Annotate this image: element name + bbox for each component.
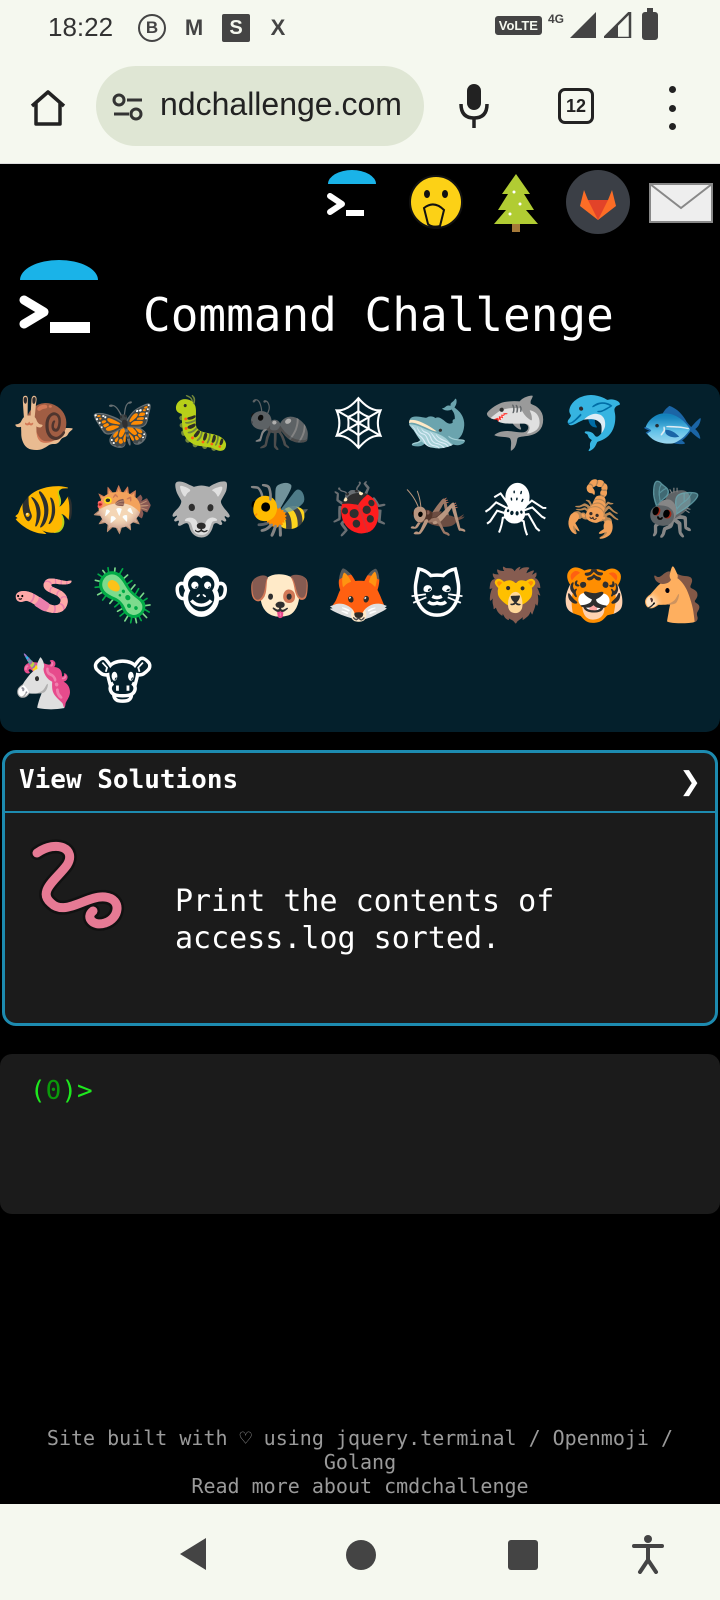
fly-icon[interactable]: 🪰 bbox=[640, 478, 705, 542]
page-title: Command Challenge bbox=[143, 288, 614, 342]
address-bar[interactable]: ndchallenge.com bbox=[96, 66, 424, 146]
snail-icon[interactable]: 🐌 bbox=[12, 392, 77, 456]
notification-icons: B M S X bbox=[138, 12, 294, 44]
horse-icon[interactable]: 🐴 bbox=[640, 564, 705, 628]
fish-icon[interactable]: 🐟 bbox=[640, 392, 705, 456]
back-icon[interactable] bbox=[176, 1536, 212, 1572]
home-nav-icon[interactable] bbox=[346, 1540, 376, 1570]
s-notification-icon: S bbox=[222, 14, 250, 42]
tiger-icon[interactable]: 🐯 bbox=[562, 564, 627, 628]
microbe-icon[interactable]: 🦠 bbox=[90, 564, 155, 628]
top-nav-icons bbox=[0, 166, 720, 240]
monkey-icon[interactable]: 🐵 bbox=[169, 564, 233, 628]
worm-icon[interactable]: 🪱 bbox=[12, 564, 77, 628]
worm-icon bbox=[30, 839, 124, 931]
battery-icon bbox=[642, 8, 658, 40]
tropical-fish-icon[interactable]: 🐠 bbox=[12, 478, 77, 542]
bee-icon[interactable]: 🐝 bbox=[247, 478, 312, 542]
envelope-icon[interactable] bbox=[648, 170, 714, 234]
site-settings-icon[interactable] bbox=[112, 92, 144, 122]
prompt-open: ( bbox=[30, 1076, 46, 1106]
challenge-grid: 🐌 🦋 🐛 🐜 🕸 🐋 🦈 🐬 🐟 🐠 🐡 🐺 🐝 🐞 🦗 🕷 🦂 🪰 🪱 🦠 🐵 🐶 🦊 🐱 🦁 🐯 🐴 🦄 🐮 bbox=[0, 384, 720, 732]
cricket-icon[interactable]: 🦗 bbox=[405, 478, 470, 542]
volte-badge: VoLTE bbox=[494, 15, 542, 35]
lion-icon[interactable]: 🦁 bbox=[483, 564, 548, 628]
chevron-right-icon: ❯ bbox=[679, 767, 701, 797]
home-icon[interactable] bbox=[26, 86, 70, 130]
cow-icon[interactable]: 🐮 bbox=[91, 650, 155, 714]
android-nav-bar bbox=[0, 1504, 720, 1600]
x-notification-icon: X bbox=[270, 15, 286, 40]
microphone-icon[interactable] bbox=[456, 82, 492, 130]
caterpillar-icon[interactable]: 🐛 bbox=[169, 392, 234, 456]
terminal-logo-icon[interactable] bbox=[320, 170, 384, 234]
gitlab-icon[interactable] bbox=[566, 170, 630, 234]
b-notification-icon: B bbox=[138, 14, 166, 42]
terminal[interactable]: (0)> bbox=[0, 1054, 720, 1214]
url-text: ndchallenge.com bbox=[160, 86, 402, 122]
status-time: 18:22 bbox=[48, 12, 114, 42]
ladybug-icon[interactable]: 🐞 bbox=[326, 478, 391, 542]
face-hand-over-mouth-icon[interactable] bbox=[404, 170, 468, 234]
signal-icon bbox=[570, 12, 596, 38]
footer-credits-line: Site built with ♡ using jquery.terminal … bbox=[46, 1426, 674, 1450]
shark-icon[interactable]: 🦈 bbox=[483, 392, 548, 456]
status-bar: 18:22 B M S X VoLTE 4G bbox=[0, 0, 720, 56]
command-challenge-logo-icon bbox=[19, 260, 98, 333]
recents-icon[interactable] bbox=[508, 1540, 538, 1570]
browser-toolbar: ndchallenge.com 12 bbox=[0, 56, 720, 164]
scorpion-icon[interactable]: 🦂 bbox=[562, 478, 627, 542]
terminal-prompt[interactable]: (0)> bbox=[30, 1076, 93, 1106]
prompt-close: )> bbox=[61, 1076, 93, 1106]
whale-icon[interactable]: 🐋 bbox=[405, 392, 470, 456]
tab-switcher-button[interactable]: 12 bbox=[558, 88, 594, 124]
gmail-notification-icon: M bbox=[184, 15, 204, 40]
unicorn-icon[interactable]: 🦄 bbox=[12, 650, 77, 714]
dog-icon[interactable]: 🐶 bbox=[247, 564, 312, 628]
fox-icon[interactable]: 🦊 bbox=[326, 564, 391, 628]
view-solutions-label: View Solutions bbox=[19, 765, 239, 795]
blowfish-icon[interactable]: 🐡 bbox=[90, 478, 155, 542]
accessibility-icon[interactable] bbox=[632, 1534, 664, 1574]
signal-secondary-icon bbox=[604, 12, 632, 38]
footer: Site built with ♡ using jquery.terminal … bbox=[0, 1426, 720, 1498]
prompt-count: 0 bbox=[45, 1076, 62, 1106]
footer-credits-golang: Golang bbox=[323, 1450, 397, 1474]
spider-web-icon[interactable]: 🕸 bbox=[325, 392, 391, 456]
ant-icon[interactable]: 🐜 bbox=[247, 392, 312, 456]
cat-icon[interactable]: 🐱 bbox=[405, 564, 469, 628]
network-type-label: 4G bbox=[547, 12, 564, 26]
butterfly-icon[interactable]: 🦋 bbox=[90, 392, 155, 456]
view-solutions-toggle[interactable]: View Solutions ❯ bbox=[5, 753, 715, 813]
dolphin-icon[interactable]: 🐬 bbox=[562, 392, 627, 456]
footer-read-more-link[interactable]: Read more about cmdchallenge bbox=[0, 1474, 720, 1498]
solutions-card: View Solutions ❯ Print the contents of a… bbox=[2, 750, 718, 1026]
pine-tree-icon[interactable] bbox=[484, 170, 548, 234]
signal-indicators: VoLTE 4G bbox=[494, 12, 660, 38]
wolf-icon[interactable]: 🐺 bbox=[169, 478, 234, 542]
overflow-menu-icon[interactable] bbox=[660, 86, 684, 130]
spider-icon[interactable]: 🕷 bbox=[483, 478, 549, 542]
challenge-description: Print the contents of access.log sorted. bbox=[175, 884, 555, 956]
